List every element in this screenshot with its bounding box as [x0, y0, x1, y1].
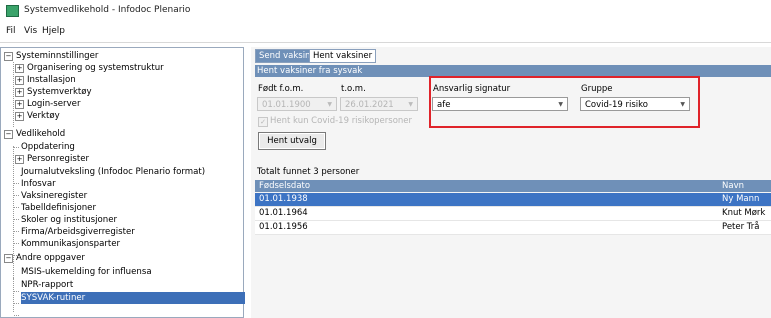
cell-name: Peter Trå: [722, 222, 760, 232]
tree-item-installasjon[interactable]: + Installasjon: [15, 74, 76, 86]
chevron-down-icon: ▼: [408, 101, 413, 108]
cell-name: Ny Mann: [722, 194, 760, 204]
tree-item-journalutveksling[interactable]: Journalutveksling (Infodoc Plenario form…: [21, 166, 205, 178]
menu-fil[interactable]: Fil: [6, 26, 16, 36]
tab-hent-vaksiner[interactable]: Hent vaksiner: [309, 49, 377, 63]
collapse-icon[interactable]: −: [4, 130, 13, 139]
chevron-down-icon: ▼: [327, 101, 332, 108]
expand-icon[interactable]: +: [15, 155, 24, 164]
tree-item-label: SYSVAK-rutiner: [21, 293, 86, 303]
tree-item-label: Journalutveksling (Infodoc Plenario form…: [21, 167, 206, 177]
tree-item-vaksineregister[interactable]: Vaksineregister: [21, 190, 87, 202]
tree-item-organisering[interactable]: + Organisering og systemstruktur: [15, 62, 164, 74]
tree-item-label: Systeminnstillinger: [16, 51, 99, 61]
tree-item-label: Skoler og institusjoner: [21, 215, 118, 225]
tree-item-label: Andre oppgaver: [16, 253, 85, 263]
tree-item-vedlikehold[interactable]: − Vedlikehold: [4, 128, 65, 140]
table-row[interactable]: 01.01.1964 Knut Mørk: [255, 207, 771, 221]
tree-item-label: Infosvar: [21, 179, 56, 189]
fetch-selection-button[interactable]: Hent utvalg: [258, 132, 326, 150]
tree-item-label: Firma/Arbeidsgiverregister: [21, 227, 135, 237]
expand-icon[interactable]: +: [15, 64, 24, 73]
highlight-annotation: [429, 76, 700, 128]
tree-item-label: Tabelldefinisjoner: [21, 203, 96, 213]
tree-item-personregister[interactable]: + Personregister: [15, 153, 89, 165]
tree-item-andre-oppgaver[interactable]: − Andre oppgaver: [4, 252, 85, 264]
tree-item-firma[interactable]: Firma/Arbeidsgiverregister: [21, 226, 135, 238]
tree-item-label: MSIS-ukemelding for influensa: [21, 267, 152, 277]
column-header-dob[interactable]: Fødselsdato: [259, 180, 310, 192]
menu-bar: Fil Vis Hjelp: [0, 20, 771, 43]
result-summary: Totalt funnet 3 personer: [257, 167, 360, 177]
from-date-select[interactable]: 01.01.1900 ▼: [257, 97, 337, 111]
expand-icon[interactable]: +: [15, 88, 24, 97]
tree-item-kommunikasjonsparter[interactable]: Kommunikasjonsparter: [21, 238, 120, 250]
from-date-label: Født f.o.m.: [258, 84, 304, 94]
tree-item-systemverktoy[interactable]: + Systemverktøy: [15, 86, 92, 98]
cell-name: Knut Mørk: [722, 208, 766, 218]
table-row[interactable]: 01.01.1956 Peter Trå: [255, 221, 771, 235]
tree-item-infosvar[interactable]: Infosvar: [21, 178, 56, 190]
tree-item-msis[interactable]: MSIS-ukemelding for influensa: [21, 266, 152, 278]
tree-item-npr-rapport[interactable]: NPR-rapport: [21, 279, 73, 291]
cell-dob: 01.01.1956: [259, 222, 308, 232]
tree-item-tabelldefinisjoner[interactable]: Tabelldefinisjoner: [21, 202, 96, 214]
expand-icon[interactable]: +: [15, 112, 24, 121]
tree-item-label: Oppdatering: [21, 142, 75, 152]
to-date-select[interactable]: 26.01.2021 ▼: [340, 97, 418, 111]
from-date-value: 01.01.1900: [262, 100, 311, 110]
tree-item-label: Login-server: [27, 99, 81, 109]
tree-item-label: Personregister: [27, 154, 90, 164]
tree-item-oppdatering[interactable]: Oppdatering: [21, 141, 75, 153]
tree-item-label: Vedlikehold: [16, 129, 66, 139]
tree-item-skoler[interactable]: Skoler og institusjoner: [21, 214, 117, 226]
tree-item-label: Vaksineregister: [21, 191, 88, 201]
covid-risk-checkbox-label: Hent kun Covid-19 risikopersoner: [270, 116, 413, 126]
to-date-value: 26.01.2021: [345, 100, 394, 110]
tree-item-label: Systemverktøy: [27, 87, 92, 97]
tree-item-verktoy[interactable]: + Verktøy: [15, 110, 60, 122]
collapse-icon[interactable]: −: [4, 254, 13, 263]
expand-icon[interactable]: +: [15, 76, 24, 85]
tree-item-label: NPR-rapport: [21, 280, 74, 290]
covid-risk-checkbox[interactable]: ✓: [258, 117, 268, 127]
app-icon: [6, 5, 19, 17]
tree-item-label: Installasjon: [27, 75, 76, 85]
menu-vis[interactable]: Vis: [24, 26, 37, 36]
results-table-header: Fødselsdato Navn: [255, 180, 771, 192]
tree-item-systeminnstillinger[interactable]: − Systeminnstillinger: [4, 50, 98, 62]
tree-item-label: Verktøy: [27, 111, 60, 121]
tree-item-label: Kommunikasjonsparter: [21, 239, 121, 249]
expand-icon[interactable]: +: [15, 100, 24, 109]
menu-hjelp[interactable]: Hjelp: [42, 26, 65, 36]
column-header-name[interactable]: Navn: [722, 180, 744, 192]
window-title: Systemvedlikehold - Infodoc Plenario: [24, 5, 191, 15]
tree-item-sysvak-rutiner[interactable]: SYSVAK-rutiner: [21, 292, 245, 304]
to-date-label: t.o.m.: [341, 84, 366, 94]
title-bar: Systemvedlikehold - Infodoc Plenario: [0, 0, 771, 20]
tree-item-label: Organisering og systemstruktur: [27, 63, 164, 73]
navigation-tree: − Systeminnstillinger + Organisering og sy…: [0, 47, 245, 318]
tree-item-login-server[interactable]: + Login-server: [15, 98, 81, 110]
collapse-icon[interactable]: −: [4, 52, 13, 61]
cell-dob: 01.01.1964: [259, 208, 308, 218]
cell-dob: 01.01.1938: [259, 194, 308, 204]
table-row[interactable]: 01.01.1938 Ny Mann: [255, 193, 771, 207]
